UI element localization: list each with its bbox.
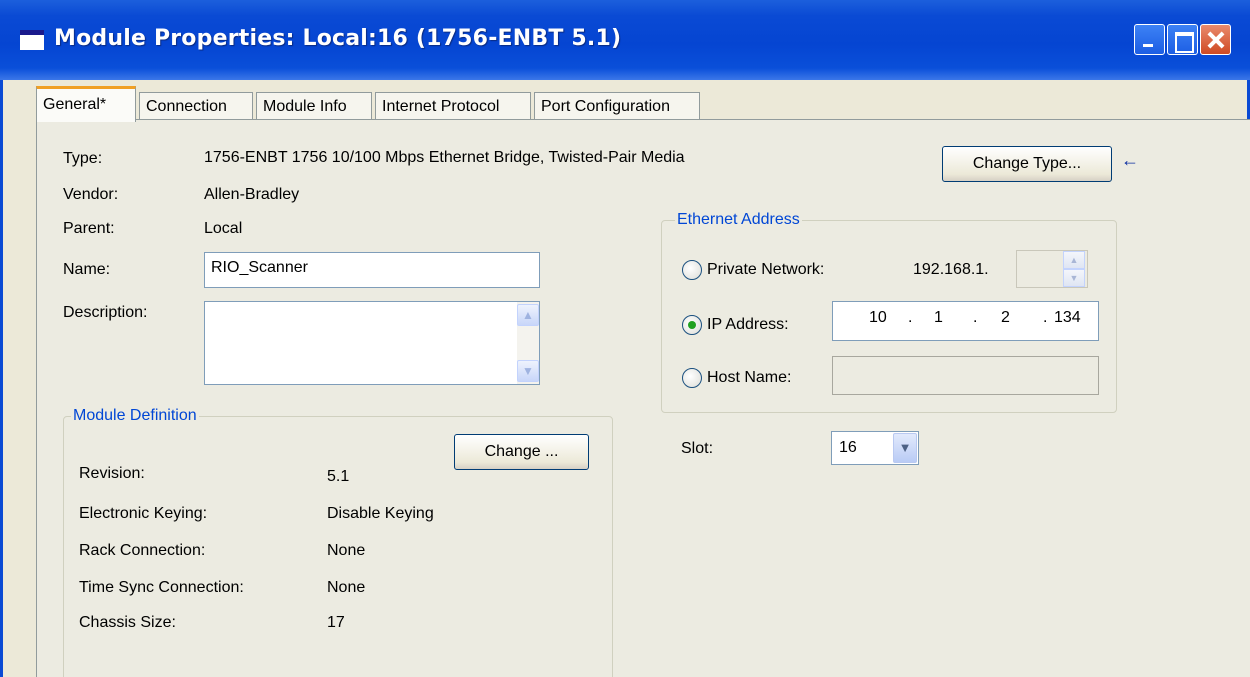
vendor-label: Vendor: — [63, 186, 119, 203]
rack-connection-label: Rack Connection: — [79, 542, 206, 559]
vendor-value: Allen-Bradley — [204, 186, 300, 203]
private-network-octet-field: ▲ ▼ — [1016, 250, 1088, 288]
description-scrollbar[interactable]: ▲ ▼ — [517, 302, 539, 384]
chassis-size-value: 17 — [327, 614, 345, 631]
slot-value: 16 — [839, 439, 857, 456]
host-name-radio[interactable] — [682, 368, 702, 388]
host-name-field — [832, 356, 1099, 395]
parent-value: Local — [204, 220, 243, 237]
change-type-button[interactable]: Change Type... — [942, 146, 1112, 182]
spin-down-icon: ▼ — [1063, 269, 1085, 287]
tab-connection[interactable]: Connection — [139, 92, 253, 120]
slot-label: Slot: — [681, 440, 714, 457]
tab-internet-protocol[interactable]: Internet Protocol — [375, 92, 531, 120]
slot-dropdown[interactable]: 16 ▼ — [831, 431, 919, 465]
host-name-label: Host Name: — [707, 369, 792, 386]
private-network-spinner: ▲ ▼ — [1063, 251, 1085, 287]
ip-octet-4[interactable]: 134 — [1054, 309, 1081, 327]
private-network-label: Private Network: — [707, 261, 825, 278]
tab-module-info[interactable]: Module Info — [256, 92, 372, 120]
private-network-prefix: 192.168.1. — [913, 261, 989, 278]
description-field[interactable]: ▲ ▼ — [204, 301, 540, 385]
time-sync-connection-label: Time Sync Connection: — [79, 579, 244, 596]
tab-general[interactable]: General* — [36, 86, 136, 122]
window-app-icon — [20, 30, 44, 50]
general-tab-panel: Type: 1756-ENBT 1756 10/100 Mbps Etherne… — [36, 119, 1250, 677]
electronic-keying-label: Electronic Keying: — [79, 505, 208, 522]
window-title: Module Properties: Local:16 (1756-ENBT 5… — [54, 26, 622, 51]
spin-up-icon: ▲ — [1063, 251, 1085, 269]
private-network-radio[interactable] — [682, 260, 702, 280]
tab-port-configuration[interactable]: Port Configuration — [534, 92, 700, 120]
type-value: 1756-ENBT 1756 10/100 Mbps Ethernet Brid… — [204, 149, 685, 166]
ip-address-radio[interactable] — [682, 315, 702, 335]
rack-connection-value: None — [327, 542, 366, 559]
name-field[interactable]: RIO_Scanner — [204, 252, 540, 288]
maximize-button[interactable] — [1167, 24, 1198, 55]
chevron-down-icon[interactable]: ▼ — [893, 433, 917, 463]
description-label: Description: — [63, 304, 148, 321]
ethernet-address-title: Ethernet Address — [675, 211, 802, 229]
revision-label: Revision: — [79, 465, 145, 482]
ip-octet-3[interactable]: 2 — [1001, 309, 1010, 327]
scroll-up-arrow-icon[interactable]: ▲ — [517, 304, 539, 326]
name-label: Name: — [63, 261, 111, 278]
chassis-size-label: Chassis Size: — [79, 614, 176, 631]
type-label: Type: — [63, 150, 103, 167]
ip-octet-2[interactable]: 1 — [934, 309, 943, 327]
module-definition-title: Module Definition — [71, 407, 199, 425]
minimize-button[interactable] — [1134, 24, 1165, 55]
time-sync-connection-value: None — [327, 579, 366, 596]
ip-address-label: IP Address: — [707, 316, 789, 333]
ip-dot-2: . — [973, 309, 978, 326]
change-module-definition-button[interactable]: Change ... — [454, 434, 589, 470]
title-bar[interactable]: Module Properties: Local:16 (1756-ENBT 5… — [0, 0, 1250, 80]
ip-dot-1: . — [908, 309, 913, 326]
ip-dot-3: . — [1043, 309, 1048, 326]
ip-address-field[interactable]: 10 . 1 . 2 . 134 — [832, 301, 1099, 341]
ip-octet-1[interactable]: 10 — [869, 309, 887, 327]
revision-value: 5.1 — [327, 468, 350, 485]
parent-label: Parent: — [63, 220, 115, 237]
electronic-keying-value: Disable Keying — [327, 505, 434, 522]
scroll-down-arrow-icon[interactable]: ▼ — [517, 360, 539, 382]
arrow-left-icon: ← — [1121, 150, 1139, 170]
close-button[interactable] — [1200, 24, 1231, 55]
